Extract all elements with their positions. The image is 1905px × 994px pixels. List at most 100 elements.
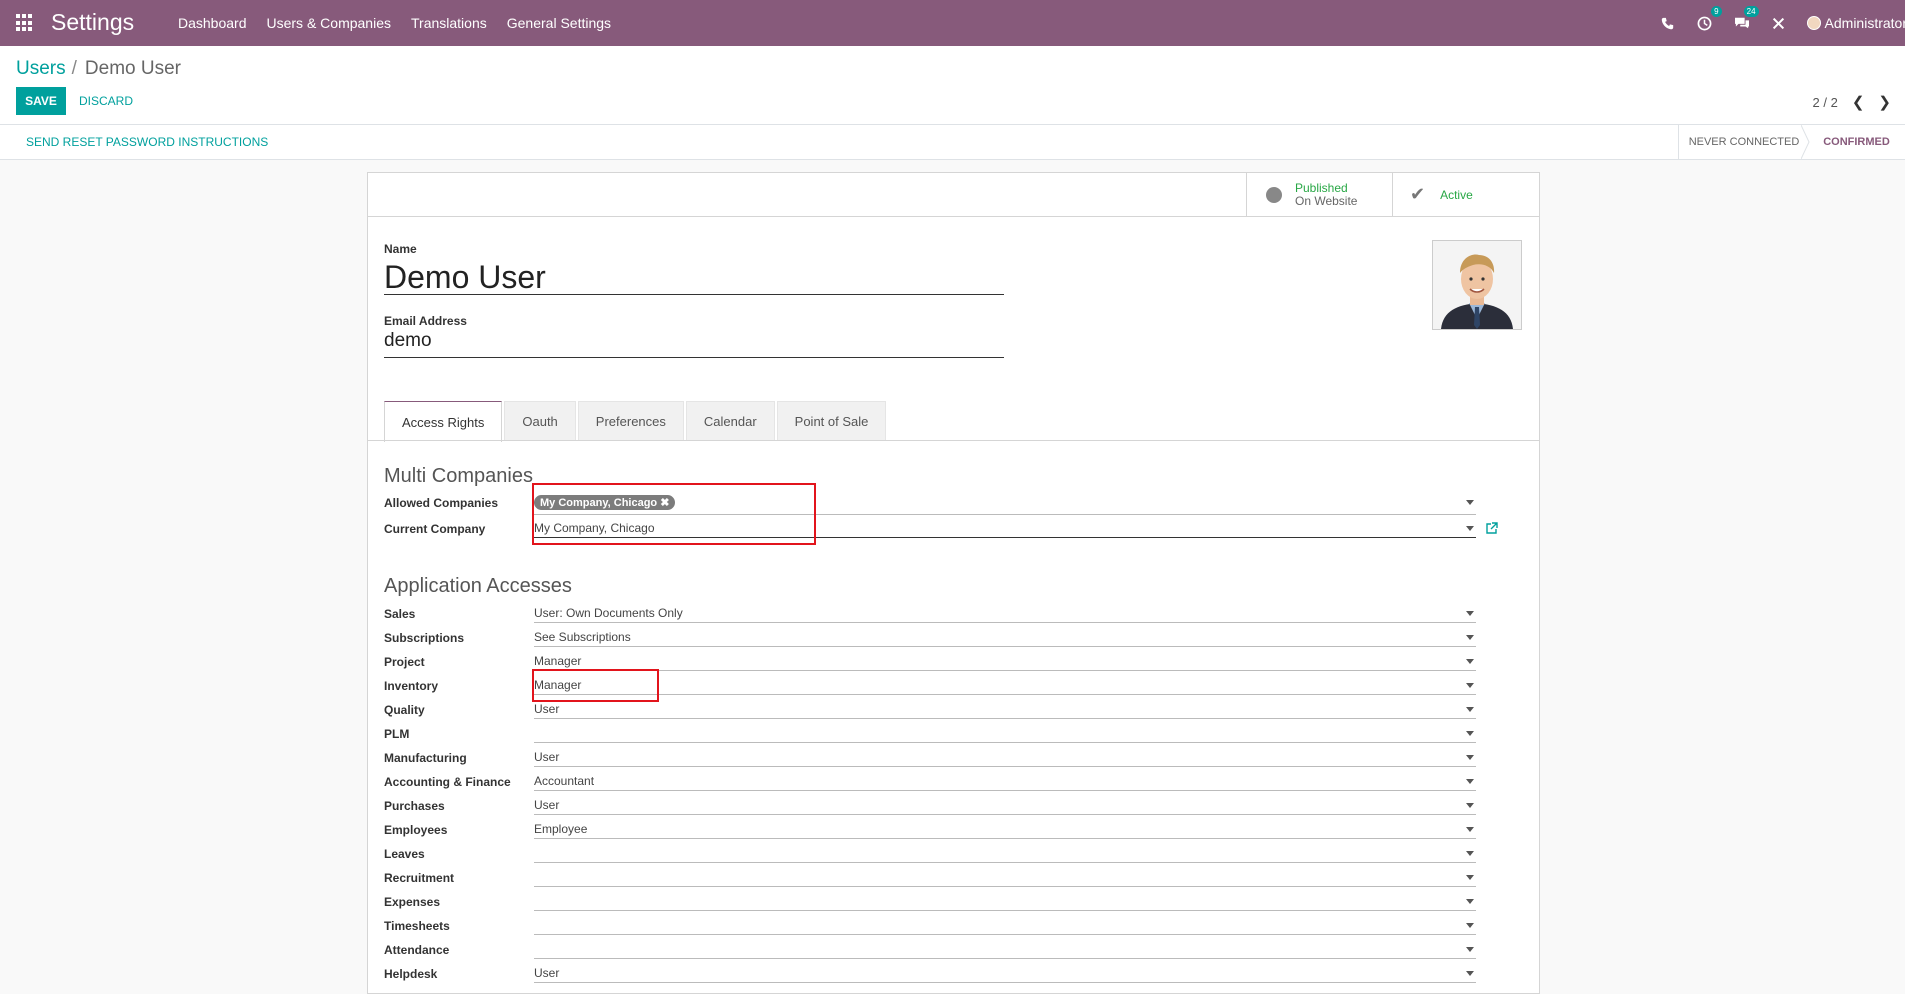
- access-label-recruitment: Recruitment: [384, 871, 455, 885]
- smart-button-box: Published On Website ✔ Active: [368, 173, 1539, 217]
- user-name: Administrator: [1824, 15, 1905, 31]
- allowed-companies-label: Allowed Companies: [384, 496, 499, 510]
- messages-icon[interactable]: 24: [1733, 6, 1759, 32]
- access-label-leaves: Leaves: [384, 847, 425, 861]
- dropdown-caret-icon: [1466, 779, 1474, 784]
- tab-preferences[interactable]: Preferences: [577, 401, 684, 441]
- access-value-helpdesk: User: [534, 966, 560, 980]
- menu-translations[interactable]: Translations: [411, 15, 487, 31]
- main-menu: Dashboard Users & Companies Translations…: [178, 0, 631, 46]
- control-panel: Users / Demo User SAVE DISCARD 2 / 2 ❮ ❯: [0, 46, 1905, 125]
- breadcrumb-separator: /: [71, 58, 77, 79]
- access-select-recruitment[interactable]: [534, 870, 1476, 887]
- published-label: Published: [1295, 180, 1348, 195]
- inventory-highlight-box: [532, 669, 659, 702]
- systray: 9 24 Administrator: [1659, 0, 1905, 46]
- top-navbar: Settings Dashboard Users & Companies Tra…: [0, 0, 1905, 46]
- external-link-icon[interactable]: [1486, 522, 1498, 534]
- activity-clock-icon[interactable]: 9: [1696, 6, 1722, 32]
- menu-users-companies[interactable]: Users & Companies: [267, 15, 392, 31]
- access-select-accounting[interactable]: Accountant: [534, 774, 1476, 791]
- breadcrumb-users-link[interactable]: Users: [16, 58, 66, 79]
- website-publish-button[interactable]: Published On Website: [1246, 173, 1392, 216]
- access-label-plm: PLM: [384, 727, 410, 741]
- email-input[interactable]: demo: [384, 330, 1004, 358]
- company-highlight-box: [532, 483, 816, 545]
- breadcrumb: Users / Demo User: [16, 58, 181, 80]
- status-never-connected: NEVER CONNECTED: [1678, 125, 1809, 159]
- access-value-accounting: Accountant: [534, 774, 595, 788]
- access-select-expenses[interactable]: [534, 894, 1476, 911]
- access-label-helpdesk: Helpdesk: [384, 967, 438, 981]
- breadcrumb-current: Demo User: [84, 58, 181, 79]
- dropdown-caret-icon: [1466, 526, 1474, 531]
- access-value-quality: User: [534, 702, 560, 716]
- dropdown-caret-icon: [1466, 500, 1474, 505]
- menu-general-settings[interactable]: General Settings: [507, 15, 611, 31]
- pager-previous-icon[interactable]: ❮: [1852, 93, 1865, 111]
- pager-next-icon[interactable]: ❯: [1878, 93, 1891, 111]
- access-select-purchases[interactable]: User: [534, 798, 1476, 815]
- user-avatar: [1806, 16, 1821, 30]
- access-select-attendance[interactable]: [534, 942, 1476, 959]
- access-value-employees: Employee: [534, 822, 588, 836]
- tab-oauth[interactable]: Oauth: [504, 401, 576, 441]
- access-select-subscriptions[interactable]: See Subscriptions: [534, 630, 1476, 647]
- access-select-sales[interactable]: User: Own Documents Only: [534, 606, 1476, 623]
- notebook-tabs: Access Rights Oauth Preferences Calendar…: [384, 401, 888, 442]
- dropdown-caret-icon: [1466, 803, 1474, 808]
- access-label-subscriptions: Subscriptions: [384, 631, 465, 645]
- message-count-badge: 24: [1743, 6, 1759, 17]
- access-label-timesheets: Timesheets: [384, 919, 450, 933]
- save-button[interactable]: SAVE: [16, 87, 66, 115]
- globe-icon: [1266, 186, 1282, 203]
- access-value-project: Manager: [534, 654, 582, 668]
- phone-icon[interactable]: [1659, 14, 1677, 32]
- email-label: Email Address: [384, 314, 467, 328]
- access-select-timesheets[interactable]: [534, 918, 1476, 935]
- access-label-manufacturing: Manufacturing: [384, 751, 467, 765]
- access-select-manufacturing[interactable]: User: [534, 750, 1476, 767]
- activity-count-badge: 9: [1711, 6, 1722, 17]
- current-company-label: Current Company: [384, 522, 486, 536]
- access-label-accounting: Accounting & Finance: [384, 775, 511, 789]
- access-label-quality: Quality: [384, 703, 425, 717]
- app-title: Settings: [51, 9, 135, 35]
- form-sheet: Published On Website ✔ Active Name Demo …: [367, 172, 1540, 994]
- tab-calendar[interactable]: Calendar: [685, 401, 775, 441]
- active-toggle-button[interactable]: ✔ Active: [1392, 173, 1539, 216]
- access-select-project[interactable]: Manager: [534, 654, 1476, 671]
- tab-point-of-sale[interactable]: Point of Sale: [776, 401, 887, 441]
- tabs-divider: [368, 440, 1539, 441]
- debug-tools-icon[interactable]: [1770, 14, 1788, 32]
- access-select-leaves[interactable]: [534, 846, 1476, 863]
- dropdown-caret-icon: [1466, 971, 1474, 976]
- access-select-plm[interactable]: [534, 726, 1476, 743]
- user-menu[interactable]: Administrator: [1806, 15, 1905, 31]
- access-value-purchases: User: [534, 798, 560, 812]
- access-label-expenses: Expenses: [384, 895, 441, 909]
- name-input[interactable]: Demo User: [384, 261, 1004, 295]
- pager-value[interactable]: 2 / 2: [1813, 95, 1838, 110]
- menu-dashboard[interactable]: Dashboard: [178, 15, 247, 31]
- send-reset-password-button[interactable]: SEND RESET PASSWORD INSTRUCTIONS: [26, 135, 268, 149]
- tab-access-rights[interactable]: Access Rights: [384, 401, 503, 442]
- access-value-manufacturing: User: [534, 750, 560, 764]
- access-label-employees: Employees: [384, 823, 448, 837]
- apps-menu-icon[interactable]: [16, 14, 34, 32]
- dropdown-caret-icon: [1466, 755, 1474, 760]
- dropdown-caret-icon: [1466, 875, 1474, 880]
- multi-companies-title: Multi Companies: [384, 465, 533, 487]
- access-label-project: Project: [384, 655, 425, 669]
- access-label-inventory: Inventory: [384, 679, 439, 693]
- dropdown-caret-icon: [1466, 827, 1474, 832]
- access-select-quality[interactable]: User: [534, 702, 1476, 719]
- access-label-sales: Sales: [384, 607, 416, 621]
- check-icon: ✔: [1410, 184, 1426, 204]
- discard-button[interactable]: DISCARD: [79, 87, 133, 115]
- name-label: Name: [384, 242, 417, 256]
- access-select-inventory[interactable]: Manager: [534, 678, 1476, 695]
- access-label-attendance: Attendance: [384, 943, 450, 957]
- user-photo[interactable]: [1432, 240, 1522, 330]
- access-select-employees[interactable]: Employee: [534, 822, 1476, 839]
